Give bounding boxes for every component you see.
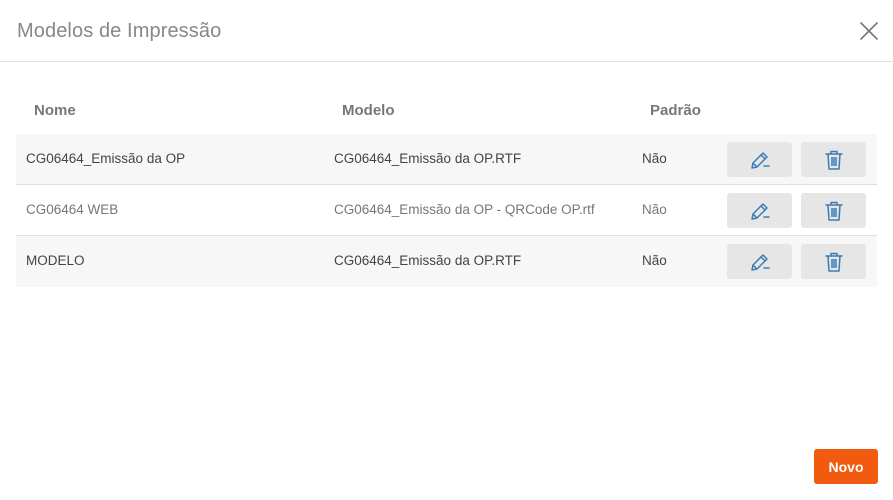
cell-padrao: Não [642, 151, 667, 166]
dialog-title: Modelos de Impressão [17, 20, 222, 42]
cell-modelo: CG06464_Emissão da OP.RTF [334, 253, 522, 268]
cell-padrao: Não [642, 253, 667, 268]
table-row: CG06464_Emissão da OP CG06464_Emissão da… [16, 134, 877, 185]
cell-nome: MODELO [26, 253, 85, 268]
pencil-icon [750, 151, 770, 169]
edit-button[interactable] [727, 244, 792, 279]
close-icon [860, 22, 878, 40]
close-button[interactable] [859, 21, 879, 41]
cell-nome: CG06464 WEB [26, 202, 119, 217]
models-table: Nome Modelo Padrão CG06464_Emissão da OP… [16, 84, 877, 287]
delete-button[interactable] [801, 142, 866, 177]
cell-nome: CG06464_Emissão da OP [26, 151, 186, 166]
novo-button[interactable]: Novo [814, 449, 878, 484]
delete-button[interactable] [801, 244, 866, 279]
cell-modelo: CG06464_Emissão da OP.RTF [334, 151, 522, 166]
trash-icon [824, 150, 843, 170]
dialog-header: Modelos de Impressão [0, 0, 893, 62]
header-modelo: Modelo [342, 102, 395, 119]
table-row: MODELO CG06464_Emissão da OP.RTF Não [16, 236, 877, 287]
table-header: Nome Modelo Padrão [16, 84, 877, 134]
cell-padrao: Não [642, 202, 667, 217]
cell-modelo: CG06464_Emissão da OP - QRCode OP.rtf [334, 202, 595, 217]
table-row: CG06464 WEB CG06464_Emissão da OP - QRCo… [16, 185, 877, 236]
header-nome: Nome [34, 102, 76, 119]
pencil-icon [750, 202, 770, 220]
delete-button[interactable] [801, 193, 866, 228]
pencil-icon [750, 253, 770, 271]
trash-icon [824, 252, 843, 272]
print-models-dialog: Modelos de Impressão Nome Modelo Padrão … [0, 0, 893, 500]
trash-icon [824, 201, 843, 221]
header-padrao: Padrão [650, 102, 701, 119]
edit-button[interactable] [727, 193, 792, 228]
edit-button[interactable] [727, 142, 792, 177]
